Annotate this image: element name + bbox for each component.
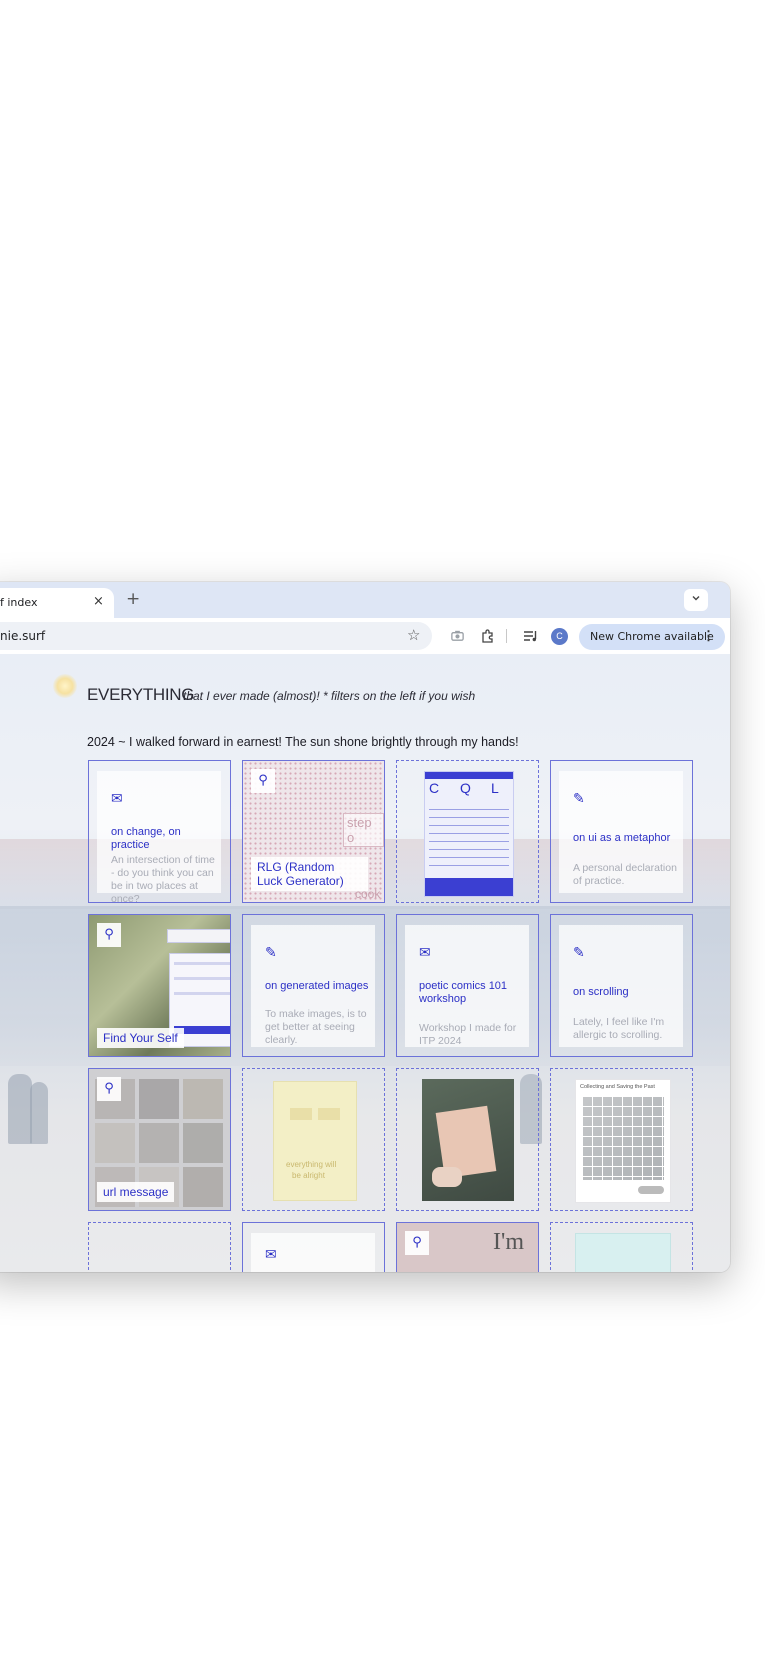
card-title: poetic comics 101 workshop: [419, 980, 508, 1005]
pencil-icon: ✎: [573, 791, 585, 807]
card-title: Find Your Self: [97, 1028, 184, 1048]
update-label: New Chrome available: [590, 630, 714, 643]
background-figure: [30, 1082, 48, 1144]
card-title: url message: [97, 1182, 175, 1202]
year-heading: 2024 ~ I walked forward in earnest! The …: [87, 735, 519, 749]
toolbar: nie.surf ☆ C New Chrome available ⋮: [0, 618, 730, 655]
poster-lines: [429, 802, 509, 872]
pencil-icon: ✎: [573, 945, 585, 961]
camera-icon[interactable]: [450, 628, 465, 648]
page-content: EVERYTHING that I ever made (almost)! * …: [0, 654, 730, 1272]
menu-icon[interactable]: ⋮: [702, 628, 715, 644]
collecting-grid: [582, 1096, 664, 1180]
card-collecting[interactable]: Collecting and Saving the Past: [550, 1068, 693, 1211]
poster-letter: L: [491, 780, 499, 796]
map-screenshot: [575, 1233, 671, 1272]
card-rlg[interactable]: step o cook ⚲ RLG (Random Luck Generator…: [242, 760, 385, 903]
tab-search-icon[interactable]: [684, 589, 708, 611]
input-screenshot: [167, 929, 230, 943]
tab-strip: f index × +: [0, 582, 730, 618]
background-figure: [8, 1074, 32, 1144]
card-panel: ✉ on change, on practice An intersection…: [97, 771, 221, 902]
card-title: on generated images: [265, 980, 369, 992]
browser-window: f index × + nie.surf ☆ C New Chrome avai…: [0, 582, 730, 1272]
poster-letter: C: [429, 780, 440, 796]
book-text: be alright: [292, 1171, 325, 1180]
card-row4-4[interactable]: [550, 1222, 693, 1272]
card-description: Workshop I made for ITP 2024: [419, 1022, 517, 1047]
card-title: on scrolling: [573, 986, 629, 998]
poster-letter: Q: [460, 780, 471, 796]
sun-glow: [53, 674, 77, 698]
profile-avatar[interactable]: C: [551, 628, 568, 645]
image-text: I'm: [493, 1229, 524, 1255]
card-row4-2[interactable]: ✉: [242, 1222, 385, 1272]
card-poetic-comics[interactable]: ✉ poetic comics 101 workshop Workshop I …: [396, 914, 539, 1057]
card-title: RLG (Random Luck Generator): [251, 857, 368, 891]
toolbar-divider: [506, 629, 508, 648]
card-description: To make images, is to get better at seei…: [265, 1008, 367, 1046]
image-text: step o: [343, 813, 384, 847]
card-poster[interactable]: C Q L: [396, 760, 539, 903]
bulb-icon: ⚲: [251, 769, 275, 793]
collecting-title: Collecting and Saving the Past: [580, 1084, 655, 1090]
card-panel: ✉: [251, 1233, 375, 1272]
card-description: An intersection of time - do you think y…: [111, 854, 215, 903]
mail-icon: ✉: [111, 791, 123, 807]
card-on-ui[interactable]: ✎ on ui as a metaphor A personal declara…: [550, 760, 693, 903]
card-panel: ✎ on ui as a metaphor A personal declara…: [559, 771, 683, 893]
card-on-change[interactable]: ✉ on change, on practice An intersection…: [88, 760, 231, 903]
book-cover: everything will be alright: [273, 1081, 357, 1201]
address-text: nie.surf: [0, 629, 46, 643]
poster-image: C Q L: [424, 771, 514, 897]
card-url-message[interactable]: ⚲ url message: [88, 1068, 231, 1211]
card-description: A personal declaration of practice.: [573, 862, 677, 887]
card-book-yellow[interactable]: everything will be alright: [242, 1068, 385, 1211]
card-panel: ✉ poetic comics 101 workshop Workshop I …: [405, 925, 529, 1047]
card-panel: ✎ on generated images To make images, is…: [251, 925, 375, 1047]
pencil-icon: ✎: [265, 945, 277, 961]
new-tab-icon[interactable]: +: [126, 589, 140, 609]
chrome-update-button[interactable]: New Chrome available ⋮: [579, 624, 725, 650]
mail-icon: ✉: [265, 1247, 277, 1263]
media-queue-icon[interactable]: [523, 628, 539, 649]
bulb-icon: ⚲: [97, 923, 121, 947]
address-bar[interactable]: nie.surf ☆: [0, 622, 432, 650]
bulb-icon: ⚲: [405, 1231, 429, 1255]
card-on-scrolling[interactable]: ✎ on scrolling Lately, I feel like I'm a…: [550, 914, 693, 1057]
bulb-icon: ⚲: [97, 1077, 121, 1101]
tab-active[interactable]: f index ×: [0, 588, 114, 618]
book-text: everything will: [286, 1160, 337, 1169]
bookmark-star-icon[interactable]: ☆: [407, 626, 420, 644]
poster-footer: [425, 878, 513, 896]
card-find-your-self[interactable]: ⚲ Find Your Self: [88, 914, 231, 1057]
card-book-photo[interactable]: [396, 1068, 539, 1211]
collecting-screenshot: Collecting and Saving the Past: [575, 1079, 671, 1203]
mail-icon: ✉: [419, 945, 431, 961]
card-title: on change, on practice: [111, 826, 181, 851]
card-title: on ui as a metaphor: [573, 832, 671, 844]
page-title: EVERYTHING: [87, 685, 195, 704]
page-subtitle: that I ever made (almost)! * filters on …: [183, 689, 476, 703]
card-description: Lately, I feel like I'm allergic to scro…: [573, 1016, 665, 1041]
card-generated-images[interactable]: ✎ on generated images To make images, is…: [242, 914, 385, 1057]
tab-close-icon[interactable]: ×: [93, 594, 104, 609]
extensions-icon[interactable]: [480, 628, 496, 649]
tab-title: f index: [0, 596, 38, 609]
card-row4-3[interactable]: ⚲ I'm: [396, 1222, 539, 1272]
photo-image: [422, 1079, 514, 1201]
card-row4-1[interactable]: [88, 1222, 231, 1272]
card-panel: ✎ on scrolling Lately, I feel like I'm a…: [559, 925, 683, 1047]
